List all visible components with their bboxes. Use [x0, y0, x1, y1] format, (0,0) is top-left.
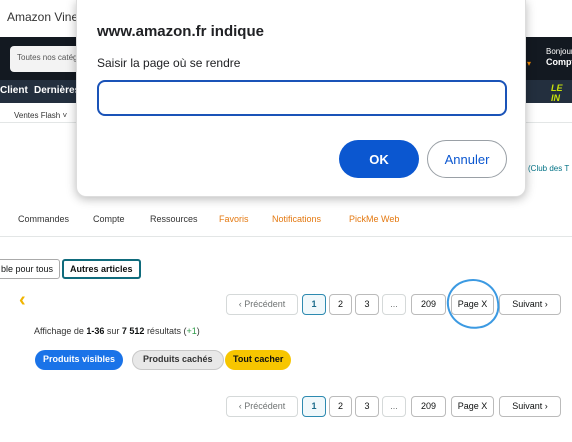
- hidden-products-button[interactable]: Produits cachés: [132, 350, 224, 370]
- vine-nav-favorites[interactable]: Favoris: [219, 214, 249, 224]
- pagination-next[interactable]: Suivant ›: [499, 294, 561, 315]
- visible-products-button[interactable]: Produits visibles: [35, 350, 124, 370]
- pagination-ellipsis: ...: [382, 294, 406, 315]
- page: Amazon Vine Toutes nos catég ▾ Bonjour C…: [0, 0, 572, 442]
- pagination-page-1[interactable]: 1: [302, 294, 326, 315]
- other-items-tab[interactable]: Autres articles: [62, 259, 141, 279]
- pagination-prev-bottom[interactable]: ‹ Précédent: [226, 396, 298, 417]
- page-number-input[interactable]: [97, 80, 507, 116]
- available-for-all-tab[interactable]: ble pour tous: [0, 259, 61, 279]
- pagination-ellipsis-bottom: ...: [382, 396, 406, 417]
- prompt-dialog: www.amazon.fr indique Saisir la page où …: [76, 0, 526, 197]
- hide-all-button[interactable]: Tout cacher: [225, 350, 292, 370]
- search-category-label: Toutes nos catég: [17, 53, 78, 62]
- results-summary: Affichage de 1-36 sur 7 512 résultats (+…: [34, 326, 200, 336]
- vine-nav-pickme[interactable]: PickMe Web: [349, 214, 399, 224]
- highlight-circle: [443, 275, 503, 333]
- caret-icon: ▾: [527, 59, 532, 68]
- dialog-title: www.amazon.fr indique: [97, 23, 264, 40]
- dialog-message: Saisir la page où se rendre: [97, 56, 241, 70]
- promo-logo-text: LE IN: [551, 83, 563, 103]
- account-menu[interactable]: Compt: [546, 57, 572, 67]
- pagination-page-1-bottom[interactable]: 1: [302, 396, 326, 417]
- tab-title: Amazon Vine: [7, 10, 79, 24]
- pagination-page-3[interactable]: 3: [355, 294, 379, 315]
- subnav-item-latest[interactable]: Dernières: [34, 85, 80, 96]
- pagination-page-x-button-bottom[interactable]: Page X: [451, 396, 494, 417]
- vine-nav-account[interactable]: Compte: [93, 214, 125, 224]
- pagination-page-last[interactable]: 209: [411, 294, 446, 315]
- vine-nav-resources[interactable]: Ressources: [150, 214, 198, 224]
- pagination-next-bottom[interactable]: Suivant ›: [499, 396, 561, 417]
- pagination-prev[interactable]: ‹ Précédent: [226, 294, 298, 315]
- back-arrow-icon[interactable]: ‹: [19, 289, 26, 312]
- cancel-button[interactable]: Annuler: [427, 140, 507, 178]
- subnav-item-client[interactable]: Client: [0, 85, 28, 96]
- flash-sales-link[interactable]: Ventes Flash ˅: [14, 111, 67, 120]
- vine-nav-orders[interactable]: Commandes: [18, 214, 69, 224]
- club-link[interactable]: (Club des T: [528, 164, 569, 173]
- promo-logo[interactable]: LE IN: [549, 81, 572, 103]
- vine-nav-notifications[interactable]: Notifications: [272, 214, 321, 224]
- greeting-text: Bonjour: [546, 47, 572, 56]
- divider: [0, 236, 572, 237]
- results-delta: +1: [186, 326, 197, 336]
- pagination-page-2-bottom[interactable]: 2: [329, 396, 352, 417]
- ok-button[interactable]: OK: [339, 140, 419, 178]
- pagination-page-3-bottom[interactable]: 3: [355, 396, 379, 417]
- pagination-page-last-bottom[interactable]: 209: [411, 396, 446, 417]
- pagination-page-2[interactable]: 2: [329, 294, 352, 315]
